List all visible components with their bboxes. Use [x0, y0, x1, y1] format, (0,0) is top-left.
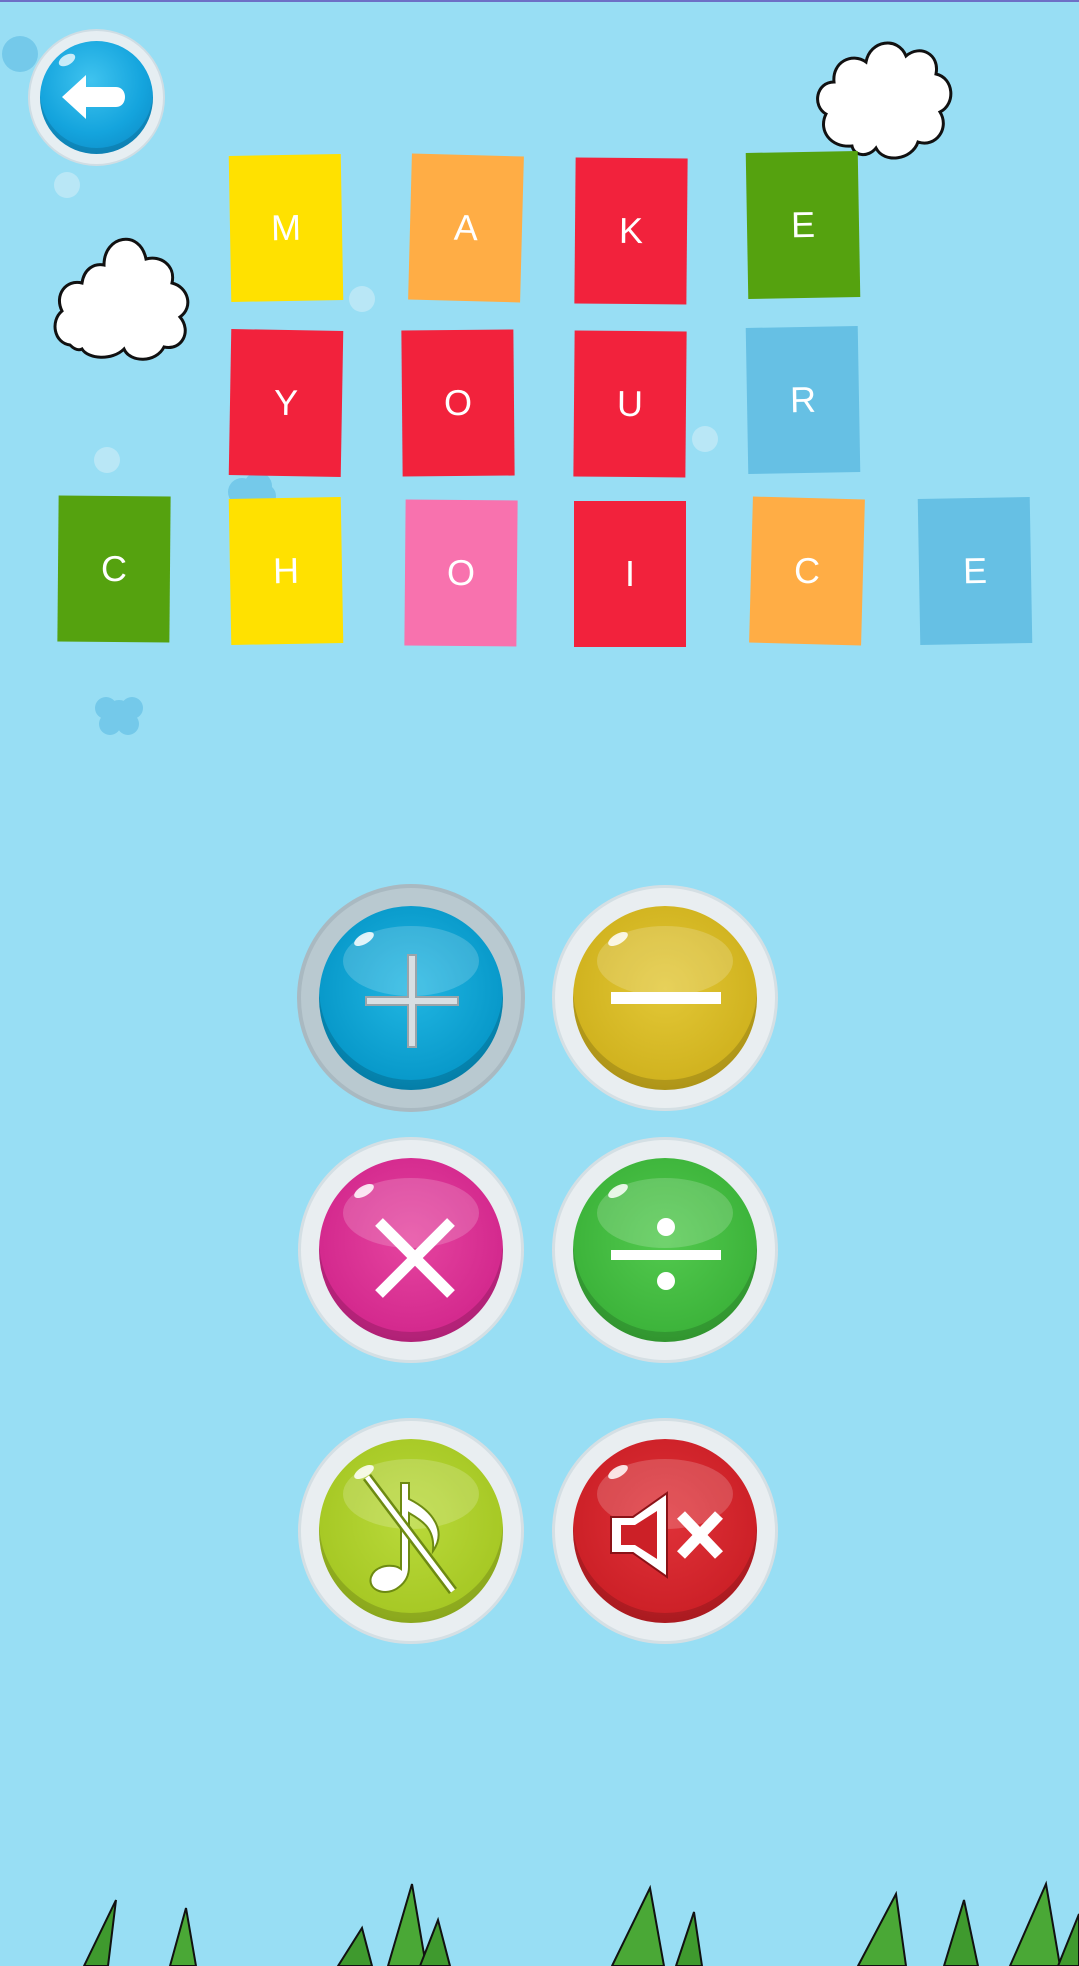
- scribble-decoration: [349, 286, 375, 312]
- scribble-decoration: [54, 172, 80, 198]
- title-tile: O: [404, 499, 518, 647]
- scribble-decoration: [692, 426, 718, 452]
- title-tile: M: [228, 154, 344, 302]
- tile-letter: M: [270, 206, 302, 249]
- tile-letter: Y: [273, 381, 299, 424]
- title-tile: E: [745, 151, 861, 299]
- cloud-decoration: [816, 41, 953, 160]
- tile-letter: K: [618, 209, 644, 252]
- status-strip: [0, 0, 1079, 2]
- multiplication-button[interactable]: [301, 1140, 521, 1360]
- scribble-decoration: [94, 447, 120, 473]
- title-tile: Y: [228, 329, 344, 477]
- tile-letter: E: [962, 549, 988, 592]
- tile-letter: R: [789, 378, 817, 421]
- title-tile: I: [574, 501, 686, 647]
- tile-letter: U: [616, 382, 644, 425]
- title-tile: C: [749, 496, 865, 646]
- title-tile: K: [574, 157, 688, 305]
- minus-icon: [611, 992, 721, 1004]
- title-tile: A: [408, 153, 524, 303]
- title-tile: E: [917, 497, 1033, 645]
- tile-letter: A: [453, 206, 479, 249]
- tile-letter: E: [790, 203, 816, 246]
- title-tile: H: [228, 497, 344, 645]
- plus-icon: [365, 954, 459, 1048]
- music-off-icon: [363, 1473, 457, 1595]
- speaker-mute-icon: [610, 1491, 723, 1579]
- title-tile: C: [57, 495, 171, 643]
- multiply-icon: [375, 1218, 455, 1298]
- music-toggle-button[interactable]: [301, 1421, 521, 1641]
- division-button[interactable]: [555, 1140, 775, 1360]
- tile-letter: C: [100, 547, 128, 590]
- cloud-decoration: [53, 238, 190, 361]
- title-tile: O: [401, 329, 515, 477]
- tile-letter: I: [624, 553, 635, 594]
- tile-letter: C: [793, 549, 821, 592]
- back-button[interactable]: [30, 31, 163, 164]
- grass-decoration: [82, 1880, 1079, 1966]
- subtraction-button[interactable]: [555, 888, 775, 1108]
- addition-button[interactable]: [301, 888, 521, 1108]
- flower-decoration: [95, 697, 143, 735]
- tile-letter: O: [446, 551, 476, 594]
- tile-letter: O: [443, 381, 473, 424]
- divide-icon: [611, 1218, 721, 1290]
- back-arrow-icon: [62, 75, 125, 119]
- title-tile: R: [745, 326, 861, 474]
- title-tile: U: [573, 330, 687, 478]
- sound-mute-button[interactable]: [555, 1421, 775, 1641]
- tile-letter: H: [272, 549, 300, 592]
